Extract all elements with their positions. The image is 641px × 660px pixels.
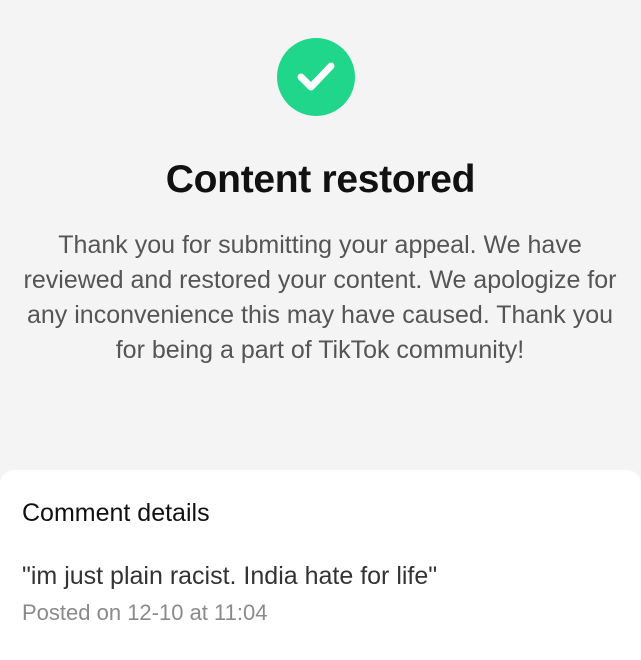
checkmark-icon (297, 62, 335, 91)
page-title: Content restored (165, 158, 476, 201)
status-section: Content restored Thank you for submittin… (0, 0, 641, 470)
comment-details-card: Comment details "im just plain racist. I… (0, 470, 641, 660)
comment-details-heading: Comment details (22, 499, 210, 527)
comment-text: "im just plain racist. India hate for li… (22, 562, 438, 590)
status-message: Thank you for submitting your appeal. We… (23, 231, 617, 364)
posted-timestamp: Posted on 12-10 at 11:04 (22, 600, 268, 625)
checkmark-circle-icon (277, 38, 355, 116)
